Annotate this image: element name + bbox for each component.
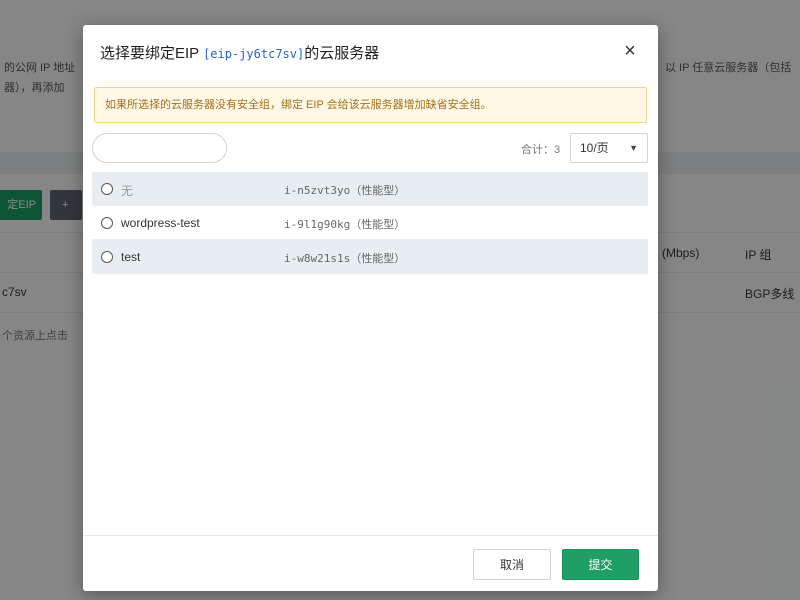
dialog-title-prefix: 选择要绑定EIP [100,45,204,62]
total-count: 合计：3 [521,144,561,156]
cancel-button[interactable]: 取消 [473,549,551,580]
server-name: 无 [121,184,134,198]
instance-id: i-n5zvt3yo（性能型） [284,184,406,197]
chevron-down-icon: ▼ [629,143,638,153]
instance-id: i-w8w21s1s（性能型） [284,252,406,265]
dialog-footer: 取消 提交 [83,535,658,591]
security-group-warning: 如果所选择的云服务器没有安全组，绑定 EIP 会给该云服务器增加缺省安全组。 [94,87,647,123]
bind-eip-dialog: 选择要绑定EIP [eip-jy6tc7sv]的云服务器 × 如果所选择的云服务… [83,25,658,591]
dialog-header: 选择要绑定EIP [eip-jy6tc7sv]的云服务器 × [83,25,658,81]
dialog-title: 选择要绑定EIP [eip-jy6tc7sv]的云服务器 [100,42,379,63]
page-size-value: 10/页 [580,141,609,155]
server-row[interactable]: 无 i-n5zvt3yo（性能型） [92,172,648,206]
server-radio[interactable] [101,217,113,229]
dialog-title-suffix: 的云服务器 [304,45,380,62]
submit-button[interactable]: 提交 [562,549,639,580]
server-name: test [121,250,141,264]
server-list: 无 i-n5zvt3yo（性能型） wordpress-test i-9l1g9… [92,172,648,274]
search-input[interactable] [92,133,227,163]
server-row[interactable]: wordpress-test i-9l1g90kg（性能型） [92,206,648,240]
instance-id: i-9l1g90kg（性能型） [284,218,406,231]
server-name: wordpress-test [121,216,200,230]
page-size-select[interactable]: 10/页 ▼ [570,133,648,163]
server-radio[interactable] [101,251,113,263]
server-row[interactable]: test i-w8w21s1s（性能型） [92,240,648,274]
close-icon[interactable]: × [620,41,640,61]
eip-id: [eip-jy6tc7sv] [203,47,305,61]
server-radio[interactable] [101,183,113,195]
